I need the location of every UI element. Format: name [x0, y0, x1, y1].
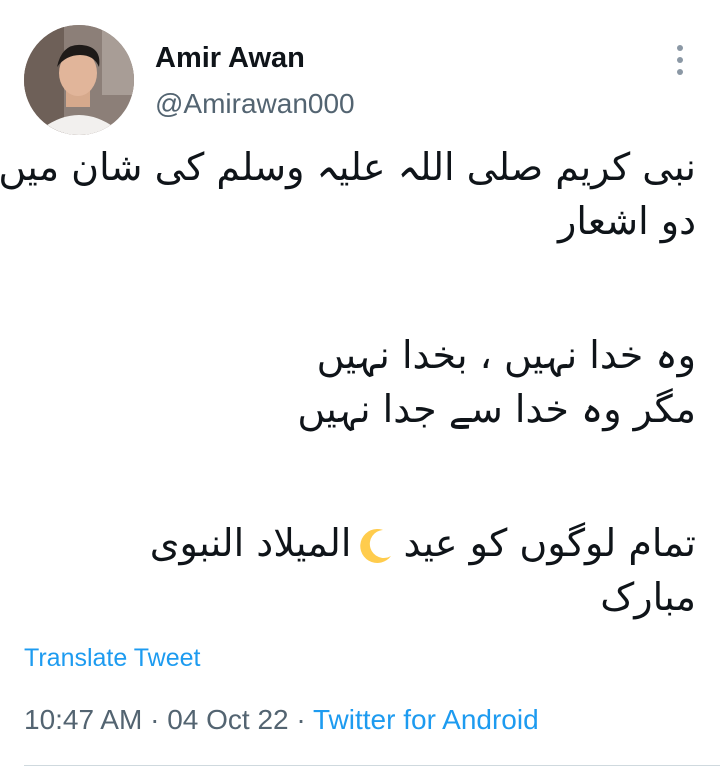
tweet-line: مبارک	[600, 575, 696, 619]
avatar[interactable]	[24, 25, 134, 135]
tweet-line: دو اشعار	[557, 199, 696, 243]
tweet-text: نبی کریم صلی اللہ علیہ وسلم کی شان میں د…	[0, 140, 696, 624]
line-break	[24, 436, 696, 516]
tweet-meta: 10:47 AM · 04 Oct 22 · Twitter for Andro…	[24, 704, 539, 736]
tweet-date[interactable]: 04 Oct 22	[167, 704, 288, 735]
tweet-source-link[interactable]: Twitter for Android	[313, 704, 539, 735]
tweet-segment: المیلاد النبوی	[149, 521, 352, 565]
tweet-line-with-emoji: تمام لوگوں کو عید المیلاد النبوی	[24, 516, 696, 570]
tweet-segment: تمام لوگوں کو عید	[403, 521, 696, 565]
more-dot	[677, 45, 683, 51]
author-handle[interactable]: @Amirawan000	[155, 88, 355, 120]
meta-separator: ·	[296, 704, 306, 735]
tweet-line: نبی کریم صلی اللہ علیہ وسلم کی شان میں	[0, 145, 696, 189]
line-break	[24, 248, 696, 328]
meta-separator: ·	[150, 704, 160, 735]
tweet-line: وہ خدا نہیں ، بخدا نہیں	[316, 333, 696, 377]
more-options-icon[interactable]	[663, 40, 697, 80]
tweet-card: Amir Awan @Amirawan000 نبی کریم صلی اللہ…	[0, 0, 720, 766]
author-name[interactable]: Amir Awan	[155, 42, 305, 75]
more-dot	[677, 69, 683, 75]
translate-tweet-link[interactable]: Translate Tweet	[24, 644, 200, 673]
crescent-moon-icon	[360, 528, 392, 563]
tweet-time[interactable]: 10:47 AM	[24, 704, 142, 735]
avatar-photo	[24, 25, 134, 135]
more-dot	[677, 57, 683, 63]
tweet-line: مگر وہ خدا سے جدا نہیں	[297, 387, 696, 431]
